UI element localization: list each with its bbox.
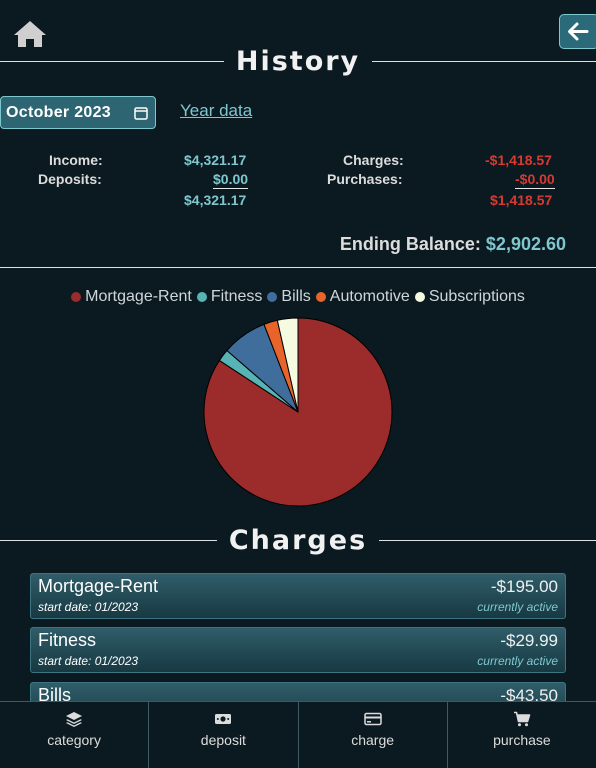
calendar-icon[interactable]	[134, 106, 148, 120]
credit-card-icon	[363, 712, 382, 726]
charges-title: Charges	[228, 525, 368, 556]
cash-icon	[215, 714, 232, 724]
arrow-left-icon	[568, 22, 589, 41]
legend-label: Bills	[281, 288, 311, 305]
nav-tab-purchase[interactable]: purchase	[448, 702, 596, 768]
deposits-value: $0.00	[213, 171, 249, 189]
legend-swatch	[196, 292, 207, 302]
nav-label: charge	[351, 732, 395, 748]
legend-item: Bills	[267, 288, 311, 306]
charge-card[interactable]: Mortgage-Rent -$195.00 start date: 01/20…	[30, 573, 566, 619]
purchases-value: -$0.00	[515, 171, 555, 189]
nav-label: category	[47, 732, 101, 748]
legend-item: Fitness	[196, 288, 263, 306]
legend-swatch	[414, 292, 425, 302]
charges-total: $1,418.57	[490, 192, 553, 208]
legend-item: Automotive	[315, 288, 410, 306]
purchases-label: Purchases:	[327, 171, 403, 187]
legend-swatch	[315, 292, 326, 302]
ending-balance-label: Ending Balance:	[339, 234, 481, 254]
legend-swatch	[71, 292, 82, 302]
charge-start-date: start date: 01/2023	[38, 654, 139, 668]
divider	[0, 61, 224, 62]
divider	[379, 540, 596, 541]
legend-label: Subscriptions	[428, 288, 525, 305]
charges-label: Charges:	[343, 152, 404, 168]
legend-item: Subscriptions	[414, 288, 525, 306]
nav-label: deposit	[200, 732, 246, 748]
legend-item: Mortgage-Rent	[71, 288, 192, 306]
divider	[0, 267, 596, 268]
deposits-label: Deposits:	[38, 171, 102, 187]
expense-pie-chart	[203, 317, 393, 507]
layers-icon	[66, 712, 83, 727]
charge-start-date: start date: 01/2023	[38, 600, 139, 614]
charge-amount: -$195.00	[490, 577, 558, 596]
income-total: $4,321.17	[184, 192, 247, 208]
charge-status: currently active	[477, 600, 558, 614]
divider	[0, 540, 217, 541]
nav-tab-deposit[interactable]: deposit	[149, 702, 299, 768]
ending-balance: Ending Balance: $2,902.60	[340, 234, 566, 255]
income-label: Income:	[49, 152, 103, 168]
income-value: $4,321.17	[184, 152, 247, 168]
nav-tab-category[interactable]: category	[0, 702, 150, 768]
divider	[372, 61, 596, 62]
year-data-link[interactable]: Year data	[180, 101, 252, 121]
legend-label: Mortgage-Rent	[85, 288, 192, 305]
back-button[interactable]	[559, 14, 596, 49]
nav-tab-charge[interactable]: charge	[299, 702, 448, 768]
cart-icon	[513, 711, 531, 727]
charge-name: Mortgage-Rent	[38, 576, 159, 596]
chart-legend: Mortgage-Rent Fitness Bills Automotive Subsc…	[0, 288, 596, 306]
legend-label: Automotive	[329, 288, 410, 305]
charges-heading: Charges	[0, 525, 596, 556]
page-title: History	[235, 46, 361, 77]
charge-amount: -$29.99	[500, 631, 558, 650]
legend-swatch	[267, 292, 278, 302]
bottom-nav: category deposit charge purchase	[0, 701, 596, 768]
nav-label: purchase	[493, 732, 551, 748]
history-heading: History	[0, 46, 596, 77]
charge-card[interactable]: Fitness -$29.99 start date: 01/2023 curr…	[30, 627, 566, 673]
ending-balance-value: $2,902.60	[485, 234, 566, 254]
month-value: October 2023	[6, 103, 111, 121]
charges-value: -$1,418.57	[485, 152, 552, 168]
charge-name: Fitness	[38, 630, 97, 650]
month-picker[interactable]: October 2023	[0, 96, 156, 129]
legend-label: Fitness	[210, 288, 263, 305]
charge-status: currently active	[477, 654, 558, 668]
